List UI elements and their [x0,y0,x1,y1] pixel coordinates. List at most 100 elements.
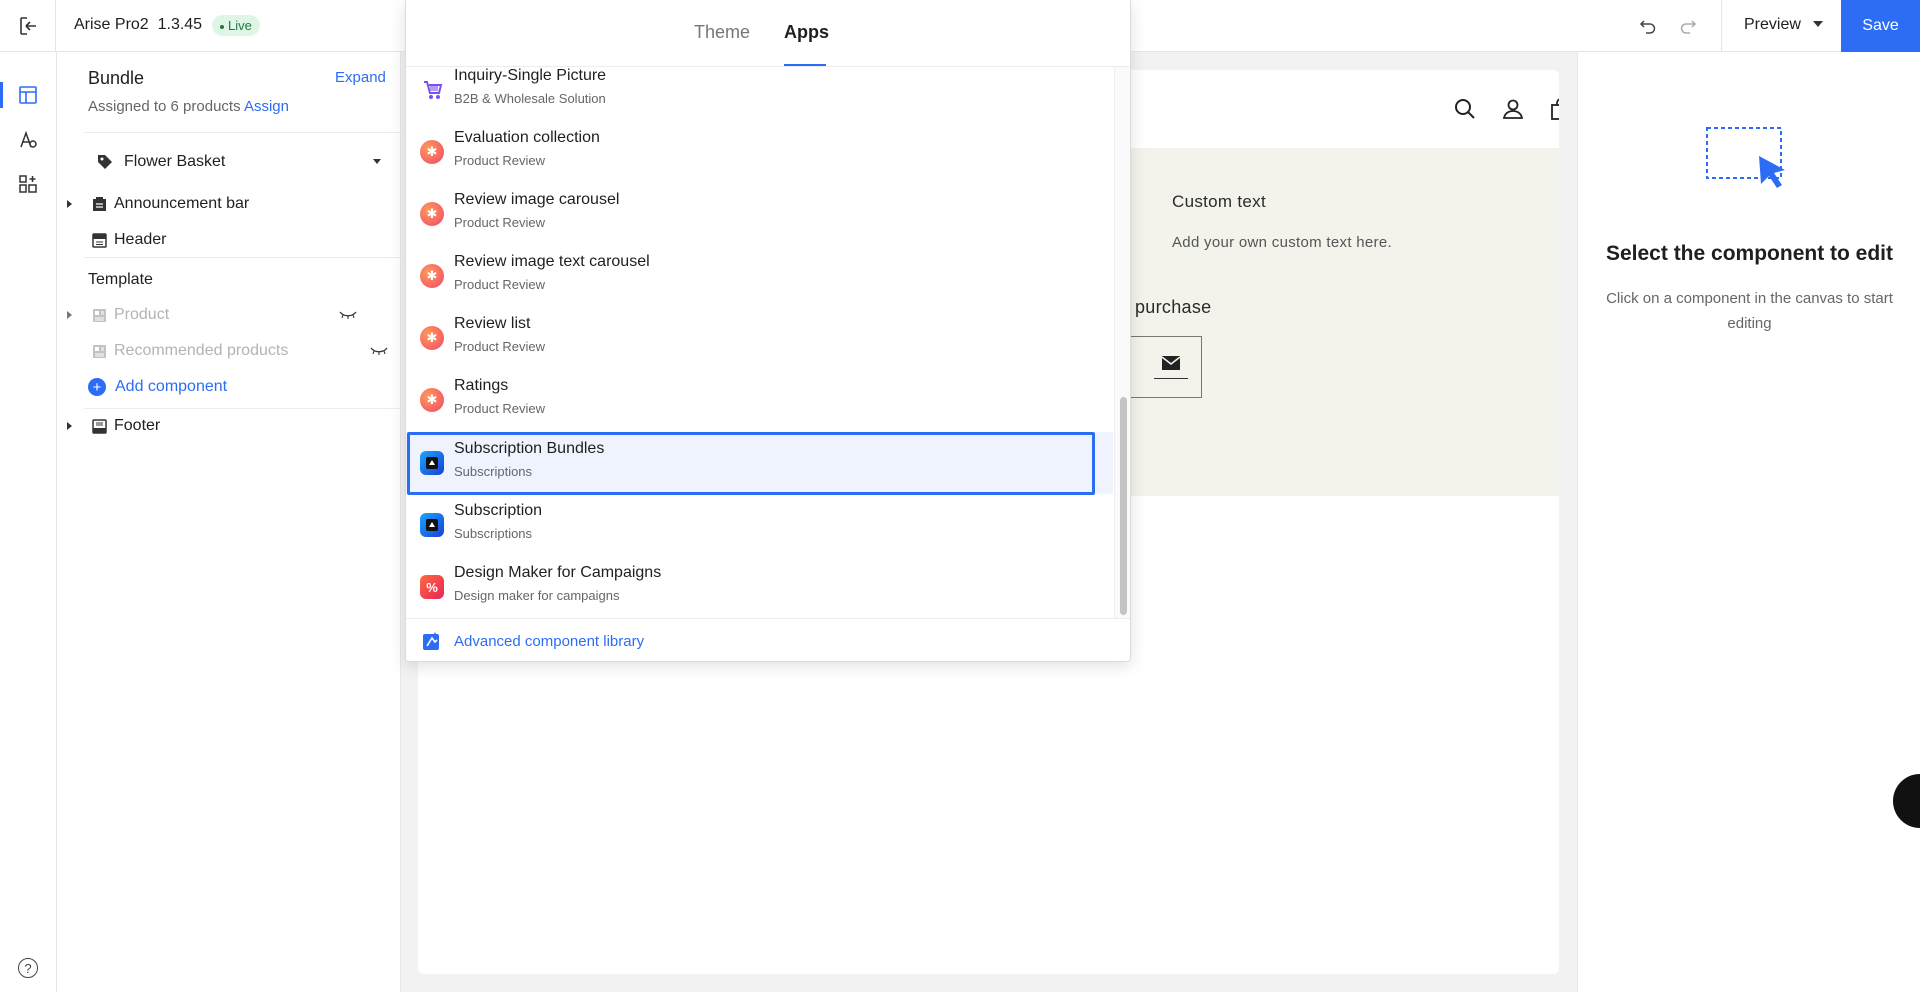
review-app-icon: ✱ [420,326,444,350]
app-category: Design maker for campaigns [454,588,620,603]
section-label: Recommended products [114,342,289,359]
button-underline [1154,378,1188,379]
theme-title: Arise Pro2 [74,16,149,33]
app-item-review-image-text-carousel[interactable]: ✱ Review image text carousel Product Rev… [406,245,1113,307]
app-category: Product Review [454,401,546,416]
app-name: Inquiry-Single Picture [454,67,607,84]
app-name: Design Maker for Campaigns [454,564,662,581]
scrollbar-thumb[interactable] [1120,397,1127,615]
settings-panel: Select the component to edit Click on a … [1577,52,1920,992]
select-component-illustration-icon [1706,127,1785,188]
exit-icon [19,17,36,35]
subscription-app-icon [420,513,444,537]
plus-circle-icon: + [88,378,106,396]
design-maker-icon: % [420,575,444,599]
layout-sections-icon [19,86,37,104]
apps-list[interactable]: Inquiry-Single Picture B2B & Wholesale S… [406,67,1113,618]
product-section-icon [91,307,107,323]
inquiry-icon [420,78,444,102]
app-name: Review image carousel [454,191,620,208]
app-category: Subscriptions [454,464,533,479]
app-item-review-list[interactable]: ✱ Review list Product Review [406,307,1113,369]
preview-button[interactable]: Preview [1744,16,1801,34]
undo-icon [1639,20,1656,34]
component-library-icon [423,632,439,650]
hidden-eye-icon[interactable] [339,310,357,320]
help-icon[interactable]: ? [18,958,38,978]
cart-bag-icon [1551,98,1559,120]
add-component-label: Add component [115,378,228,395]
app-category: Product Review [454,339,546,354]
section-recommended-products[interactable]: Recommended products [57,336,400,366]
expand-link[interactable]: Expand [335,69,386,86]
apps-list-scrollbar[interactable] [1114,67,1130,618]
empty-state-description: Click on a component in the canvas to st… [1606,290,1893,332]
section-label: Header [114,231,167,248]
header-section-icon [91,232,107,248]
app-item-evaluation-collection[interactable]: ✱ Evaluation collection Product Review [406,121,1113,183]
chevron-down-icon [373,159,381,164]
section-product[interactable]: Product [57,300,400,330]
paint-styles-icon [20,130,37,148]
template-group-label: Template [88,271,153,288]
app-name: Review image text carousel [454,253,650,270]
toolbar-divider [1721,0,1722,52]
live-status-badge: Live [212,15,260,36]
tag-icon [98,155,112,169]
app-category: Product Review [454,277,546,292]
theme-name: Arise Pro2 1.3.45 [74,16,202,34]
app-item-subscription-bundles[interactable]: Subscription Bundles Subscriptions [406,432,1113,494]
review-app-icon: ✱ [420,388,444,412]
section-announcement-bar[interactable]: Announcement bar [57,189,400,219]
app-item-subscription[interactable]: Subscription Subscriptions [406,494,1113,556]
app-item-ratings[interactable]: ✱ Ratings Product Review [406,369,1113,431]
section-footer[interactable]: Footer [57,411,400,441]
sections-panel: Bundle Expand Assigned to 6 products Ass… [57,52,401,992]
apps-grid-icon [19,175,37,193]
app-category: Subscriptions [454,526,533,541]
preview-product-select[interactable]: Flower Basket [96,147,386,177]
redo-icon [1680,20,1697,34]
rail-theme-styles-button[interactable] [0,122,56,158]
recommended-section-icon [91,343,107,359]
exit-editor-button[interactable] [0,0,56,52]
newsletter-heading: purchase [1135,297,1212,317]
divider [84,408,401,409]
rail-apps-button[interactable] [0,166,56,202]
rail-active-indicator [0,82,3,108]
popover-tabs: Theme Apps [406,0,1130,67]
review-app-icon: ✱ [420,140,444,164]
app-category: Product Review [454,153,546,168]
tab-theme[interactable]: Theme [694,22,750,43]
active-tab-indicator [784,64,826,66]
preview-product-value: Flower Basket [124,153,226,170]
empty-state-title: Select the component to edit [1605,242,1894,265]
theme-version: 1.3.45 [157,16,203,33]
rail-sections-button[interactable] [0,77,56,113]
expand-arrow-icon[interactable] [67,422,72,430]
section-header[interactable]: Header [57,225,400,255]
assign-link[interactable]: Assign [244,98,289,115]
preview-dropdown-caret-icon[interactable] [1813,21,1823,27]
app-item-inquiry-single-picture[interactable]: Inquiry-Single Picture B2B & Wholesale S… [406,67,1113,121]
hidden-eye-icon[interactable] [370,346,388,356]
divider [84,257,401,258]
expand-arrow-icon[interactable] [67,200,72,208]
subscription-app-icon [420,451,444,475]
expand-arrow-icon[interactable] [67,311,72,319]
app-category: Product Review [454,215,546,230]
mail-icon [1161,356,1181,370]
account-icon [1502,99,1524,119]
app-name: Review list [454,315,531,332]
save-button[interactable]: Save [1841,0,1920,52]
redo-button[interactable] [1676,14,1700,38]
newsletter-submit-button[interactable] [1154,355,1188,387]
undo-button[interactable] [1636,14,1660,38]
app-item-design-maker-for-campaigns[interactable]: % Design Maker for Campaigns Design make… [406,556,1113,618]
app-item-review-image-carousel[interactable]: ✱ Review image carousel Product Review [406,183,1113,245]
advanced-component-library-link[interactable]: Advanced component library [454,633,644,650]
assigned-products-text: Assigned to 6 products Assign [88,98,289,115]
app-category: B2B & Wholesale Solution [454,91,606,106]
add-component-button[interactable]: + Add component [88,376,227,398]
tab-apps[interactable]: Apps [784,22,829,43]
